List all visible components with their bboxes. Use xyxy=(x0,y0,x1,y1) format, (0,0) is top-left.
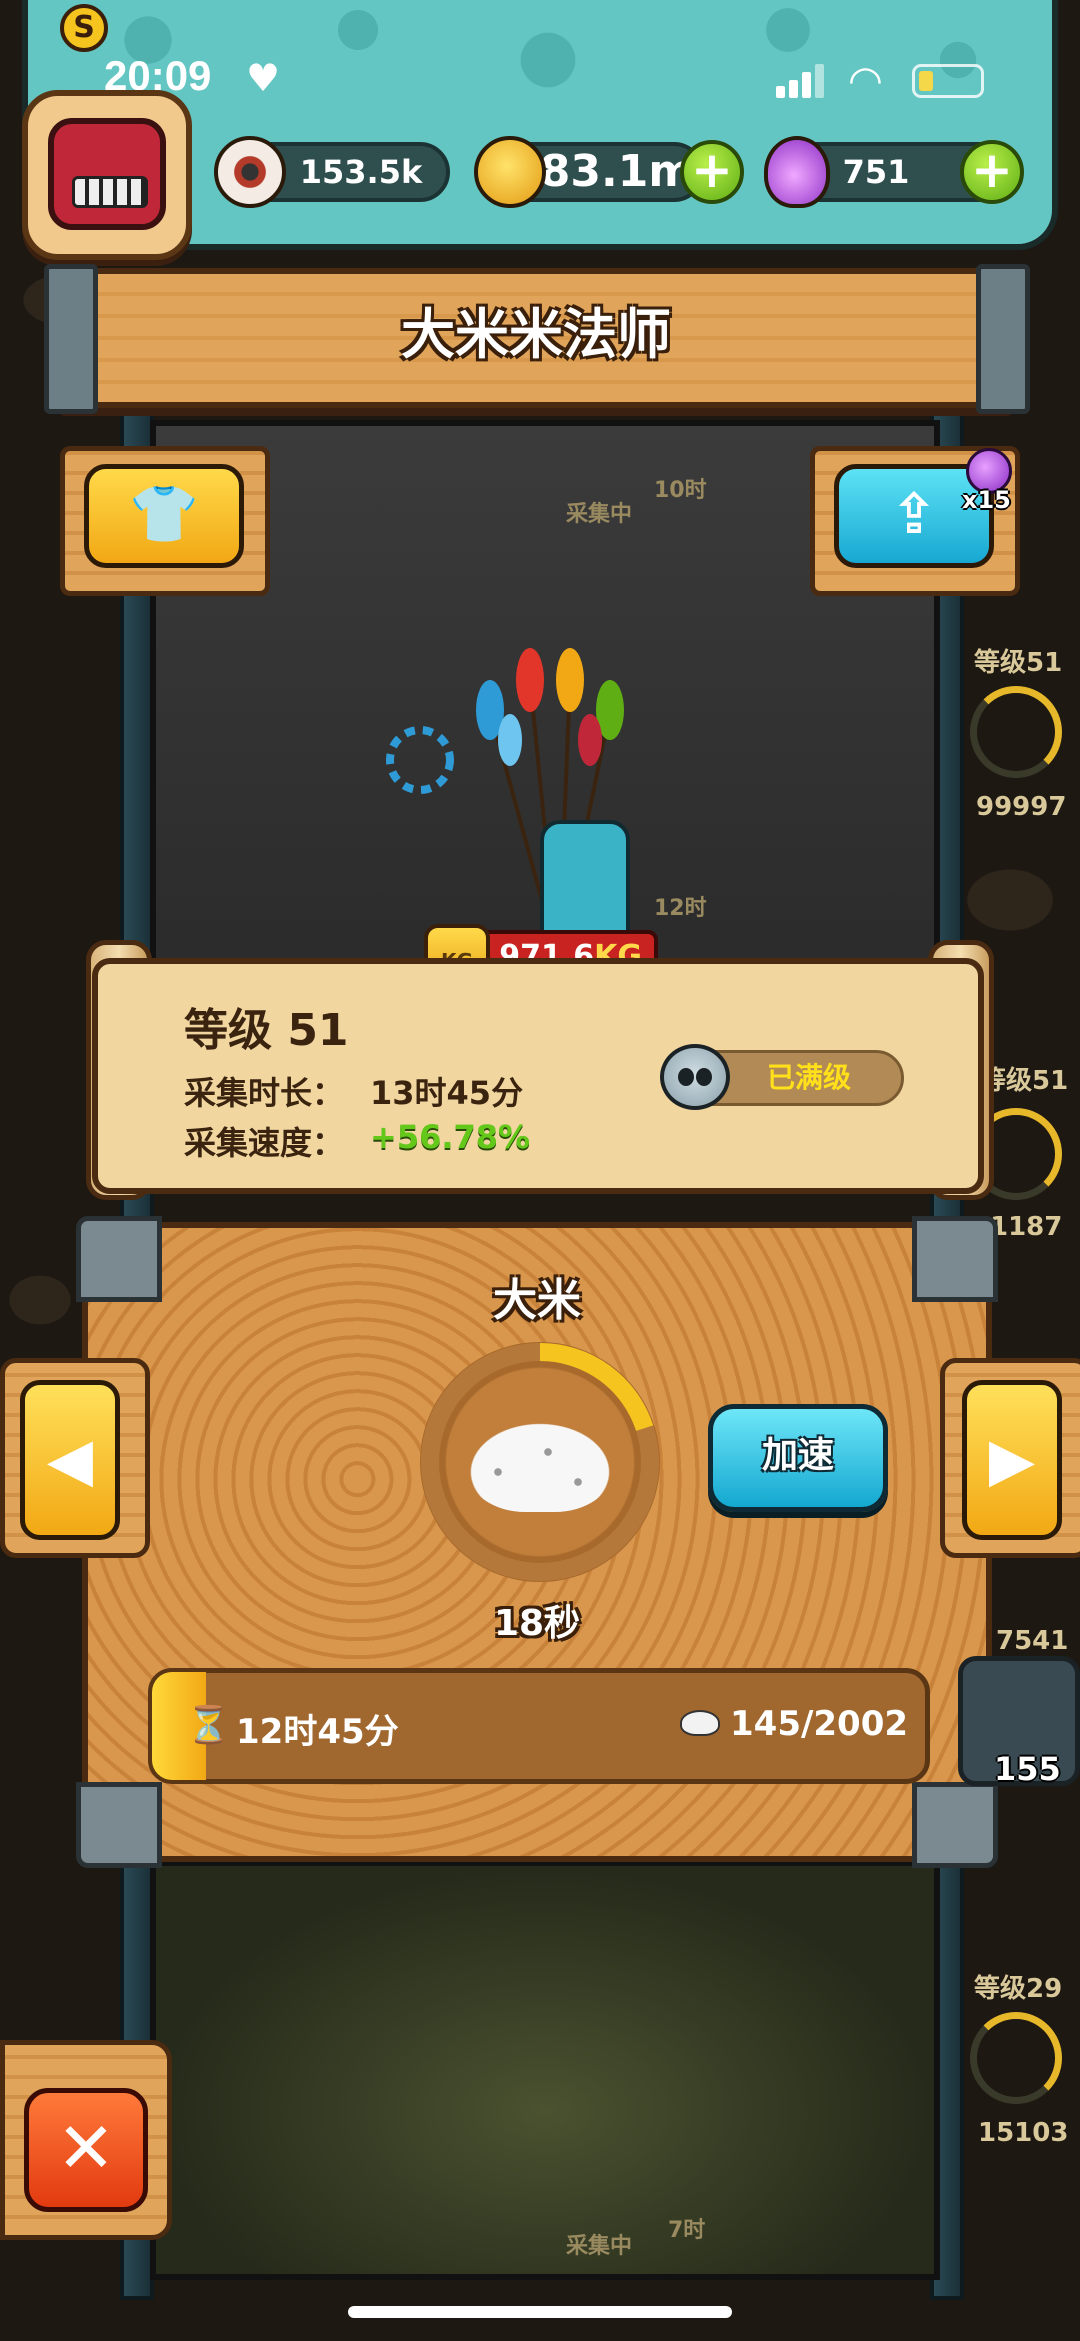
previous-button[interactable]: ◀ xyxy=(20,1380,120,1540)
signal-icon xyxy=(776,62,828,98)
speedup-button[interactable]: 加速 xyxy=(708,1404,888,1512)
add-coins-button[interactable]: + xyxy=(680,140,744,204)
speed-value: +56.78% xyxy=(370,1118,531,1156)
sidebar-progress-ring[interactable] xyxy=(970,2012,1062,2104)
skull-icon xyxy=(660,1044,730,1110)
sidebar-count: 99997 xyxy=(976,792,1067,822)
sidebar-count: 15103 xyxy=(978,2118,1069,2148)
sidebar-progress-ring[interactable] xyxy=(970,686,1062,778)
duration-label: 采集时长： xyxy=(184,1074,345,1112)
wifi-icon: ◠ xyxy=(848,58,883,104)
lower-room-scene xyxy=(150,1860,940,2280)
shirt-icon: 👕 xyxy=(129,482,199,547)
panel-corner xyxy=(912,1782,998,1868)
collecting-label: 采集中 xyxy=(566,2234,633,2259)
remaining-time: 12时45分 xyxy=(236,1712,399,1752)
collecting-label: 采集中 xyxy=(566,502,633,527)
harvest-count: 145/2002 xyxy=(730,1704,909,1744)
close-icon: ✕ xyxy=(56,2107,116,2189)
harvest-timer: 18秒 xyxy=(493,1603,581,1644)
level-label: 等级 51 xyxy=(184,1005,349,1056)
potion-icon xyxy=(764,136,830,208)
sidebar-count: 7541 xyxy=(996,1626,1069,1656)
trap-count: 155 xyxy=(994,1750,1061,1788)
collecting-time-label: 10时 xyxy=(654,478,707,503)
sidebar-level: 等级51 xyxy=(974,648,1063,678)
player-avatar[interactable] xyxy=(22,90,192,260)
chevron-left-icon: ◀ xyxy=(46,1425,94,1495)
collecting-time-label: 12时 xyxy=(654,896,707,921)
next-button[interactable]: ▶ xyxy=(962,1380,1062,1540)
home-indicator[interactable] xyxy=(348,2306,732,2318)
coin-icon xyxy=(474,136,546,208)
add-potions-button[interactable]: + xyxy=(960,140,1024,204)
close-button[interactable]: ✕ xyxy=(24,2088,148,2212)
page-title: 大米米法师 xyxy=(401,303,671,366)
sidebar-count: 1187 xyxy=(990,1212,1063,1242)
resource-name: 大米 xyxy=(493,1275,581,1326)
hourglass-icon: ⏳ xyxy=(186,1705,231,1746)
sidebar-level: 等级29 xyxy=(974,1974,1063,2004)
rank-badge: S xyxy=(60,4,108,52)
rice-icon xyxy=(680,1710,720,1736)
collecting-time-label: 7时 xyxy=(668,2218,706,2243)
share-reward-count: x15 xyxy=(962,486,1011,514)
rice-icon xyxy=(468,1412,612,1512)
eyeball-icon xyxy=(214,136,286,208)
panel-corner xyxy=(76,1782,162,1868)
share-icon: ⇪ xyxy=(890,482,938,547)
outfit-button[interactable]: 👕 xyxy=(84,464,244,568)
speed-label: 采集速度： xyxy=(184,1124,345,1162)
heart-icon: ♥ xyxy=(246,56,281,100)
duration-value: 13时45分 xyxy=(370,1074,524,1112)
chevron-right-icon: ▶ xyxy=(988,1425,1036,1495)
battery-icon xyxy=(912,64,984,98)
